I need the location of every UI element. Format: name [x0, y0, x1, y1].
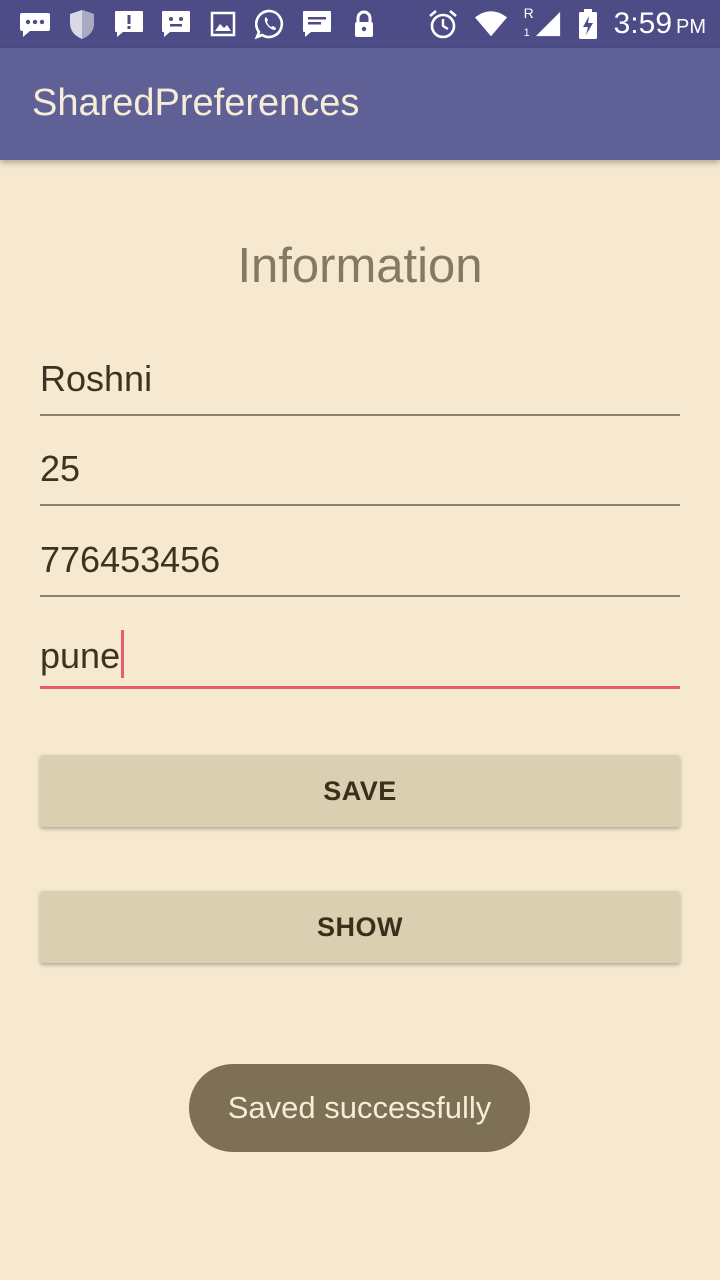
show-button[interactable]: SHOW [40, 891, 680, 963]
clock-ampm: PM [676, 16, 706, 38]
clock-time: 3:59 [613, 7, 672, 40]
status-bar: R 1 3:59 PM [0, 0, 720, 48]
age-field[interactable]: 25 [40, 444, 680, 506]
lock-icon [347, 7, 381, 41]
toast-message: Saved successfully [189, 1064, 530, 1152]
face-message-icon [159, 7, 193, 41]
alert-message-icon [112, 7, 146, 41]
roaming-label: R [523, 5, 534, 21]
app-bar: SharedPreferences [0, 48, 720, 160]
text-cursor [121, 630, 125, 678]
shield-icon [65, 7, 99, 41]
name-field-value: Roshni [40, 358, 153, 399]
age-field-value: 25 [40, 448, 81, 489]
app-title: SharedPreferences [32, 82, 360, 124]
sms-icon [300, 7, 334, 41]
whatsapp-icon [253, 7, 287, 41]
system-icons: R 1 3:59 PM [426, 5, 706, 42]
phone-field-value: 776453456 [40, 539, 221, 580]
signal-icon: R 1 [522, 5, 562, 41]
battery-charging-icon [576, 7, 600, 41]
phone-field[interactable]: 776453456 [40, 535, 680, 597]
city-field-content: pune [40, 630, 125, 678]
status-clock: 3:59 PM [614, 7, 706, 41]
notification-icons [18, 6, 381, 42]
city-field-value: pune [40, 635, 121, 676]
wifi-icon [474, 7, 508, 41]
alarm-icon [426, 7, 460, 41]
image-icon [206, 7, 240, 41]
information-heading: Information [237, 239, 483, 293]
name-field[interactable]: Roshni [40, 354, 680, 416]
city-field[interactable]: pune [40, 626, 680, 689]
sim-slot-label: 1 [523, 27, 530, 39]
chat-bubble-icon [18, 7, 52, 41]
save-button[interactable]: SAVE [40, 755, 680, 827]
